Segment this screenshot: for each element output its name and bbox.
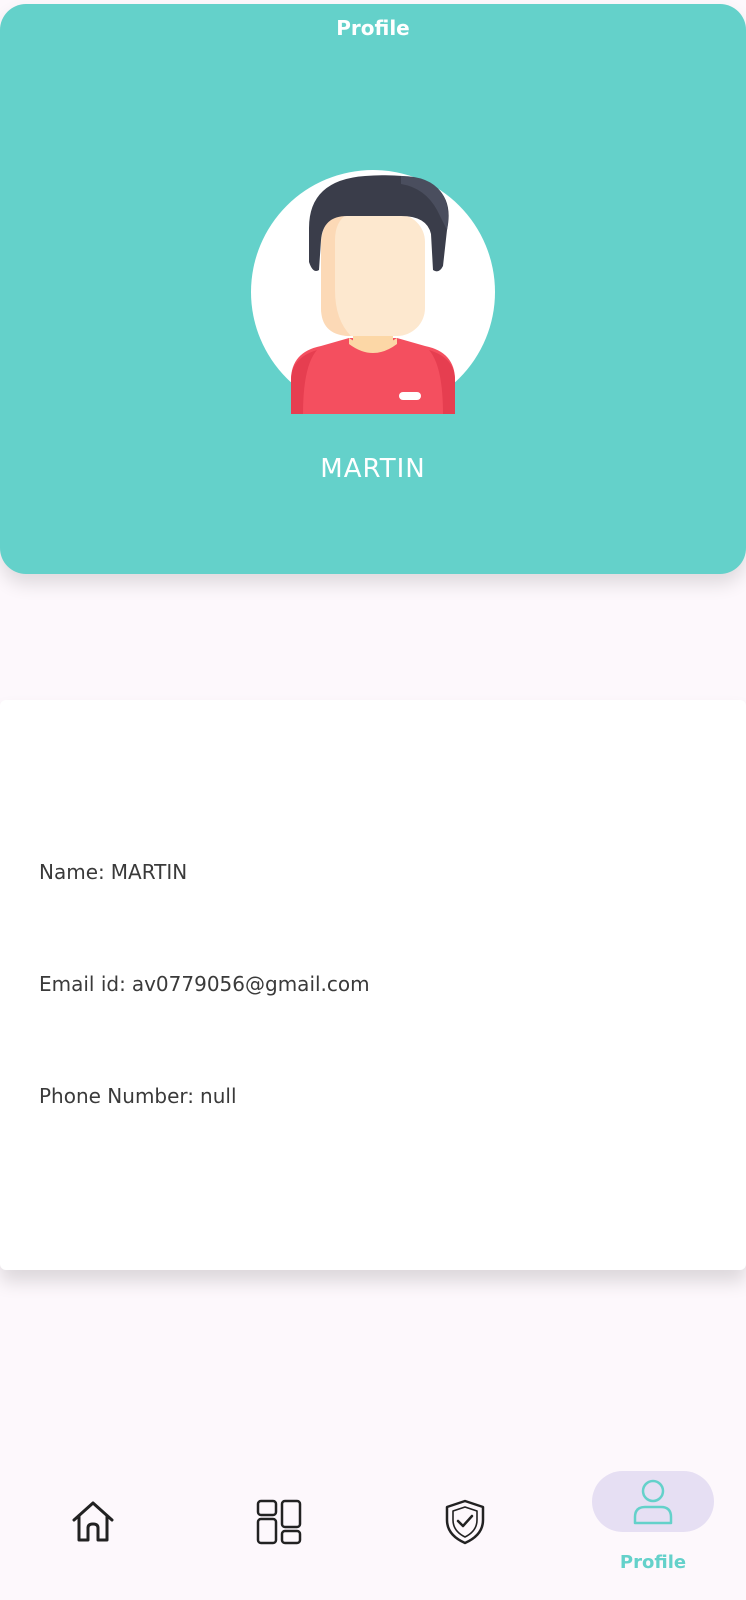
profile-icon [633,1479,673,1525]
profile-name: MARTIN [320,454,426,484]
email-value: av0779056@gmail.com [131,972,370,996]
phone-row: Phone Number: null [39,1084,237,1108]
profile-details-card: Name: MARTIN Email id: av0779056@gmail.com… [0,700,746,1270]
name-value: MARTIN [110,860,188,884]
nav-label-profile: Profile [619,1552,687,1573]
page-title: Profile [336,16,410,40]
shield-check-icon [445,1499,485,1545]
nav-item-dashboard[interactable] [186,1440,372,1600]
nav-item-profile[interactable]: Profile [560,1440,746,1600]
nav-item-home[interactable] [0,1440,186,1600]
email-row: Email id: av0779056@gmail.com [39,972,370,996]
name-row: Name: MARTIN [39,860,187,884]
phone-label: Phone Number: [39,1084,195,1108]
bottom-navigation: Profile [0,1440,746,1600]
email-label: Email id: [39,972,126,996]
phone-value: null [200,1084,237,1108]
home-icon [72,1501,114,1542]
profile-header-card: Profile MARTIN [0,4,746,574]
name-label: Name: [39,860,105,884]
user-avatar-illustration [251,170,495,414]
dashboard-icon [256,1499,302,1545]
nav-item-security[interactable] [372,1440,558,1600]
